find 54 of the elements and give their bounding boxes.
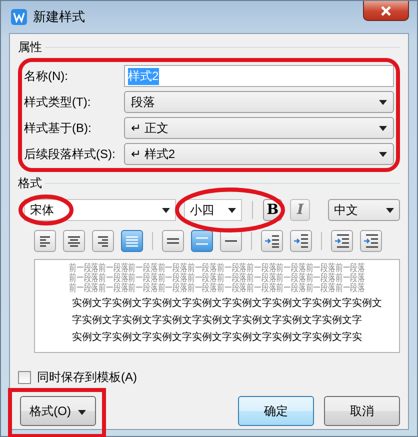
preview-text: 前一段落前一段落前一段落前一段落前一段落前一段落前一段落前一段落前一段落前一段落 xyxy=(69,284,365,294)
style-dropdown[interactable]: ↵ 样式2 xyxy=(124,143,394,165)
sample-text: 字实例文字实例文字实例文字实例文字实例文字实例文字实例文字 xyxy=(72,314,362,328)
style-dropdown[interactable]: 段落 xyxy=(124,91,394,113)
lines-icon xyxy=(196,237,208,245)
style-dropdown[interactable]: ↵ 正文 xyxy=(124,117,394,139)
section-title: 属性 xyxy=(18,38,42,56)
preview-text: 前一段落前一段落前一段落前一段落前一段落前一段落前一段落前一段落前一段落前一段落 xyxy=(69,264,365,274)
font-dropdown[interactable]: 宋体 xyxy=(24,199,176,221)
caret-icon xyxy=(379,100,387,104)
caret-icon xyxy=(78,410,86,414)
lines-icon xyxy=(294,234,308,248)
sample-text: 实例文字实例文字实例文字实例文字实例文字实例文字实例文字实例文 xyxy=(72,297,382,311)
sample-text: 实例文字实例文字实例文字实例文字实例文字实例文字实例文字实 xyxy=(72,331,362,345)
format-menu-button[interactable]: 格式(O) xyxy=(20,396,96,426)
format-tool-button[interactable] xyxy=(331,230,353,252)
format-tool-button[interactable] xyxy=(360,230,382,252)
format-tool-button[interactable] xyxy=(92,230,114,252)
caret-icon xyxy=(162,208,170,212)
format-tool-button[interactable] xyxy=(63,230,85,252)
section-title: 格式 xyxy=(18,174,42,192)
preview-text: 前一段落前一段落前一段落前一段落前一段落前一段落前一段落前一段落前一段落前一段落 xyxy=(69,274,365,284)
app-logo-icon xyxy=(11,9,27,25)
checkbox-label: 同时保存到模板(A) xyxy=(37,369,137,386)
format-tool-button[interactable] xyxy=(290,230,312,252)
lines-icon xyxy=(98,236,108,246)
italic-button[interactable]: I xyxy=(290,199,310,221)
caret-icon xyxy=(379,152,387,156)
lines-icon xyxy=(364,234,378,248)
field-label: 样式基于(B): xyxy=(24,120,92,136)
window-title: 新建样式 xyxy=(33,8,85,26)
lines-icon xyxy=(126,236,138,246)
lines-icon xyxy=(265,234,279,248)
cancel-button[interactable]: 取消 xyxy=(324,396,400,426)
caret-icon xyxy=(228,208,236,212)
font-size-dropdown[interactable]: 小四 xyxy=(184,199,242,221)
lines-icon xyxy=(40,236,50,246)
field-label: 样式类型(T): xyxy=(24,94,92,110)
caret-icon xyxy=(379,126,387,130)
close-button[interactable] xyxy=(363,1,409,21)
lines-icon xyxy=(225,240,237,242)
language-dropdown[interactable]: 中文 xyxy=(328,199,400,221)
lines-icon xyxy=(68,236,80,246)
lines-icon xyxy=(167,238,179,244)
lines-icon xyxy=(335,234,349,248)
format-tool-button[interactable] xyxy=(34,230,56,252)
field-label: 名称(N): xyxy=(24,68,69,84)
format-tool-button[interactable] xyxy=(162,230,184,252)
close-icon xyxy=(380,6,392,16)
field-label: 后续段落样式(S): xyxy=(24,146,116,162)
format-tool-button[interactable] xyxy=(261,230,283,252)
ok-button[interactable]: 确定 xyxy=(238,396,314,426)
caret-icon xyxy=(386,208,394,212)
checkbox[interactable] xyxy=(18,371,31,384)
